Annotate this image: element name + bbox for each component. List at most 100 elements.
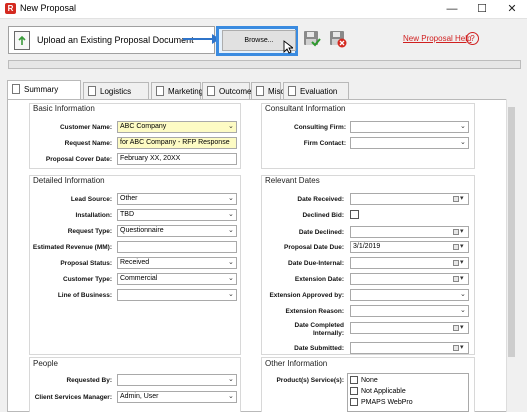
consulting-firm-field[interactable]: ⌄ xyxy=(350,121,469,133)
extension-approved-field[interactable]: ⌄ xyxy=(350,289,469,301)
chevron-down-icon[interactable]: ⌄ xyxy=(228,195,234,202)
estimated-revenue-field[interactable] xyxy=(117,241,237,253)
upload-progress-bar xyxy=(8,60,521,69)
save-close-button[interactable] xyxy=(303,30,321,48)
chevron-down-icon[interactable]: ⌄ xyxy=(460,139,466,146)
products-services-list[interactable]: None Not Applicable PMAPS WebPro xyxy=(347,373,469,412)
calendar-icon[interactable] xyxy=(453,229,459,235)
chevron-down-icon[interactable]: ⌄ xyxy=(460,291,466,298)
product-checkbox[interactable] xyxy=(350,376,358,384)
chevron-down-icon[interactable]: ⌄ xyxy=(228,376,234,383)
scrollbar-thumb[interactable] xyxy=(508,107,515,357)
calendar-icon[interactable] xyxy=(453,196,459,202)
upload-label: Upload an Existing Proposal Document xyxy=(37,35,194,45)
extension-reason-field[interactable]: ⌄ xyxy=(350,305,469,317)
client-services-manager-field[interactable]: Admin, User ⌄ xyxy=(117,391,237,403)
calendar-icon[interactable] xyxy=(453,260,459,266)
date-completed-field[interactable]: ▾ xyxy=(350,322,469,334)
relevant-dates-title: Relevant Dates xyxy=(265,176,320,185)
proposal-status-label: Proposal Status: xyxy=(60,260,112,267)
chevron-down-icon[interactable]: ⌄ xyxy=(228,393,234,400)
tab-outcome[interactable]: Outcome xyxy=(202,82,251,99)
declined-bid-checkbox[interactable] xyxy=(350,210,359,219)
firm-contact-label: Firm Contact: xyxy=(303,140,346,147)
tab-misc[interactable]: Misc xyxy=(251,82,284,99)
document-upload-icon xyxy=(14,31,30,50)
calendar-icon[interactable] xyxy=(453,276,459,282)
extension-approved-label: Extension Approved by: xyxy=(269,292,344,299)
close-button[interactable]: ✕ xyxy=(497,0,527,18)
chevron-down-icon[interactable]: ⌄ xyxy=(228,211,234,218)
page-icon xyxy=(12,84,20,94)
request-type-field[interactable]: Questionnaire ⌄ xyxy=(117,225,237,237)
installation-field[interactable]: TBD ⌄ xyxy=(117,209,237,221)
upload-document-box: Upload an Existing Proposal Document xyxy=(8,26,215,54)
date-due-internal-label: Date Due-Internal: xyxy=(288,260,344,267)
other-information-title: Other Information xyxy=(265,359,328,368)
help-icon[interactable]: ? xyxy=(466,32,479,45)
maximize-button[interactable]: ☐ xyxy=(467,0,497,18)
calendar-icon[interactable] xyxy=(453,325,459,331)
proposal-date-due-field[interactable]: 3/1/2019 ▾ xyxy=(350,241,469,253)
line-of-business-field[interactable]: ⌄ xyxy=(117,289,237,301)
tab-evaluation[interactable]: Evaluation xyxy=(283,82,349,99)
mouse-cursor-icon xyxy=(283,40,293,54)
consultant-information-title: Consultant Information xyxy=(265,104,346,113)
page-icon xyxy=(156,86,164,96)
extension-date-label: Extension Date: xyxy=(294,276,344,283)
chevron-down-icon[interactable]: ⌄ xyxy=(228,259,234,266)
date-due-internal-field[interactable]: ▾ xyxy=(350,257,469,269)
chevron-down-icon[interactable]: ▾ xyxy=(460,195,466,202)
page-icon xyxy=(288,86,296,96)
cover-date-field[interactable]: February XX, 20XX xyxy=(117,153,237,165)
lead-source-field[interactable]: Other ⌄ xyxy=(117,193,237,205)
chevron-down-icon[interactable]: ▾ xyxy=(460,228,466,235)
date-completed-label-line1: Date Completed xyxy=(294,322,344,329)
request-name-label: Request Name: xyxy=(64,140,112,147)
chevron-down-icon[interactable]: ▾ xyxy=(460,344,466,351)
chevron-down-icon[interactable]: ⌄ xyxy=(460,307,466,314)
calendar-icon[interactable] xyxy=(453,345,459,351)
extension-date-field[interactable]: ▾ xyxy=(350,273,469,285)
requested-by-label: Requested By: xyxy=(66,377,112,384)
customer-name-label: Customer Name: xyxy=(59,124,112,131)
save-cancel-button[interactable] xyxy=(329,30,347,48)
chevron-down-icon[interactable]: ▾ xyxy=(460,243,466,250)
declined-bid-label: Declined Bid: xyxy=(302,212,344,219)
date-received-label: Date Received: xyxy=(297,196,344,203)
calendar-icon[interactable] xyxy=(453,244,459,250)
minimize-button[interactable]: — xyxy=(437,0,467,18)
request-type-label: Request Type: xyxy=(67,228,112,235)
date-declined-field[interactable]: ▾ xyxy=(350,226,469,238)
chevron-down-icon[interactable]: ▾ xyxy=(460,324,466,331)
products-services-label: Product(s) Service(s): xyxy=(276,377,344,384)
customer-name-field[interactable]: ABC Company ⌄ xyxy=(117,121,237,133)
chevron-down-icon[interactable]: ▾ xyxy=(460,259,466,266)
date-submitted-field[interactable]: ▾ xyxy=(350,342,469,354)
date-completed-label-line2: Internally: xyxy=(312,330,344,337)
chevron-down-icon[interactable]: ⌄ xyxy=(228,227,234,234)
product-checkbox[interactable] xyxy=(350,387,358,395)
chevron-down-icon[interactable]: ▾ xyxy=(460,275,466,282)
customer-type-field[interactable]: Commercial ⌄ xyxy=(117,273,237,285)
date-declined-label: Date Declined: xyxy=(298,229,344,236)
tab-logistics[interactable]: Logistics xyxy=(83,82,149,99)
proposal-date-due-label: Proposal Date Due: xyxy=(284,244,344,251)
chevron-down-icon[interactable]: ⌄ xyxy=(460,123,466,130)
tab-summary[interactable]: Summary xyxy=(7,80,81,100)
request-name-field[interactable]: for ABC Company - RFP Response xyxy=(117,137,237,149)
date-received-field[interactable]: ▾ xyxy=(350,193,469,205)
new-proposal-help-link[interactable]: New Proposal Help xyxy=(403,34,471,43)
proposal-status-field[interactable]: Received ⌄ xyxy=(117,257,237,269)
product-checkbox[interactable] xyxy=(350,398,358,406)
chevron-down-icon[interactable]: ⌄ xyxy=(228,123,234,130)
firm-contact-field[interactable]: ⌄ xyxy=(350,137,469,149)
chevron-down-icon[interactable]: ⌄ xyxy=(228,275,234,282)
requested-by-field[interactable]: ⌄ xyxy=(117,374,237,386)
client-services-manager-label: Client Services Manager: xyxy=(34,394,112,401)
customer-name-value: ABC Company xyxy=(120,123,167,130)
chevron-down-icon[interactable]: ⌄ xyxy=(228,291,234,298)
tab-marketing[interactable]: Marketing xyxy=(151,82,203,99)
window-title: New Proposal xyxy=(20,3,77,13)
app-icon: R xyxy=(5,3,16,14)
